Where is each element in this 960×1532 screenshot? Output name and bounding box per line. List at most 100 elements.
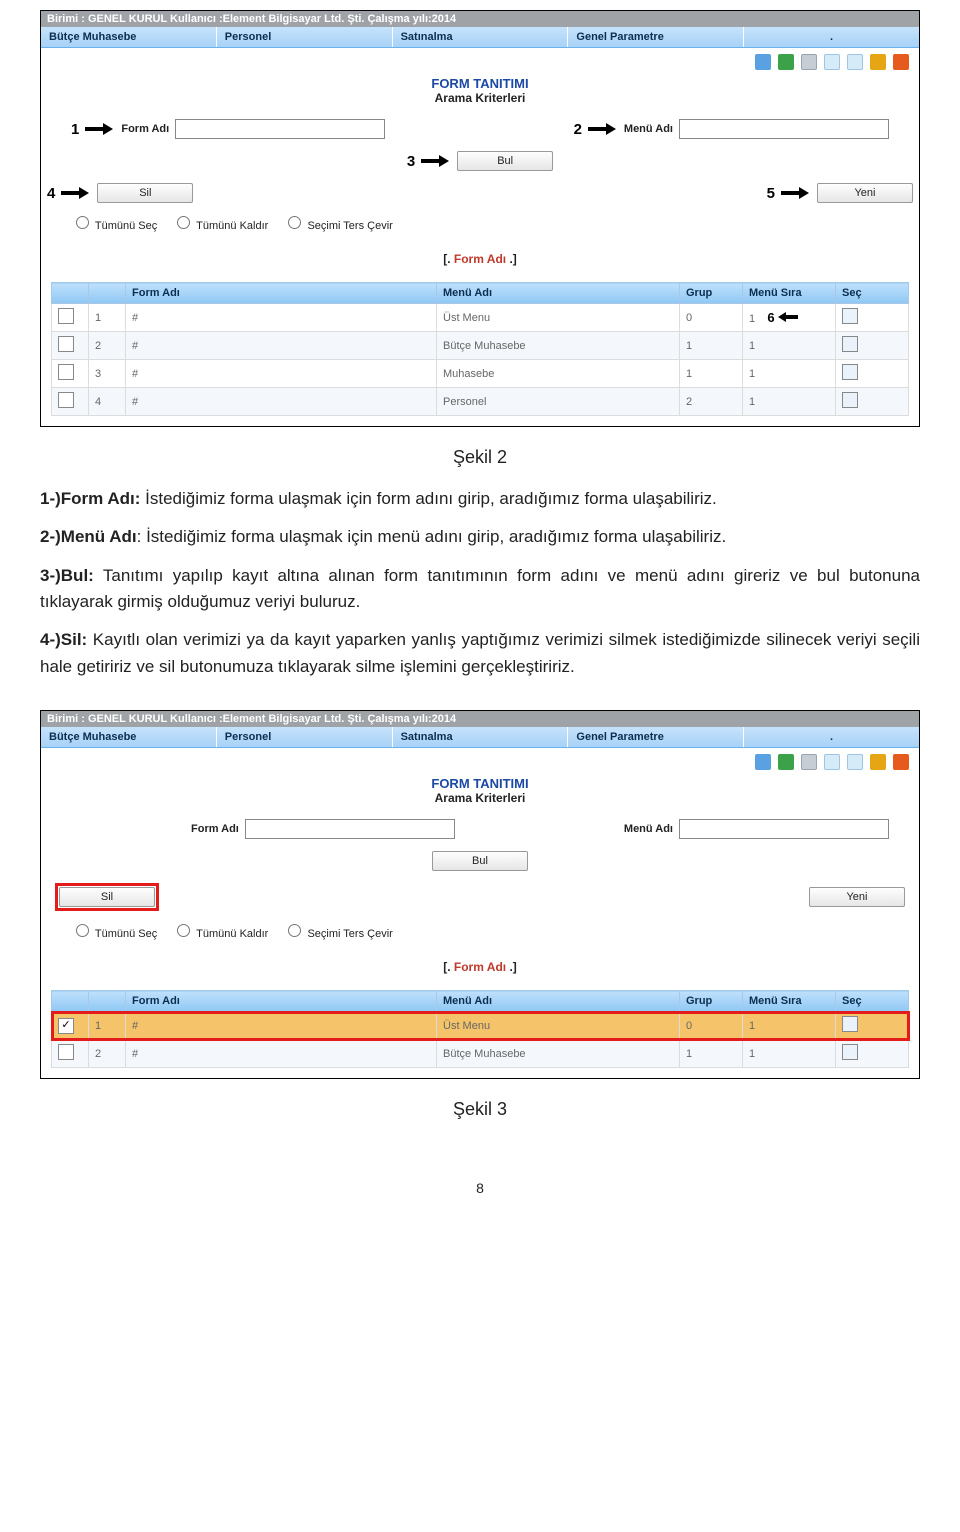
bul-button[interactable]: Bul: [457, 151, 553, 171]
menu-item[interactable]: Genel Parametre: [568, 727, 744, 747]
table-row: 2 # Bütçe Muhasebe 1 1: [52, 332, 909, 360]
select-icon[interactable]: [842, 336, 858, 352]
sil-button[interactable]: Sil: [97, 183, 193, 203]
menu-item[interactable]: Bütçe Muhasebe: [41, 27, 217, 47]
row-checkbox[interactable]: [58, 364, 74, 380]
paragraph-1: 1-)Form Adı: İstediğimiz forma ulaşmak i…: [40, 486, 920, 512]
toolbar-icons: [41, 48, 919, 76]
col-index: [89, 283, 126, 304]
menu-item[interactable]: Bütçe Muhasebe: [41, 727, 217, 747]
sort-indicator: [. Form Adı .]: [41, 252, 919, 266]
col-checkbox: [52, 991, 89, 1012]
results-table: Form Adı Menü Adı Grup Menü Sıra Seç 1 #…: [51, 990, 909, 1068]
sort-indicator: [. Form Adı .]: [41, 960, 919, 974]
radio-select-all[interactable]: Tümünü Seç: [71, 928, 157, 940]
select-icon[interactable]: [842, 1016, 858, 1032]
menu-item[interactable]: .: [744, 727, 919, 747]
user-icon[interactable]: [847, 54, 863, 70]
menu-item[interactable]: Genel Parametre: [568, 27, 744, 47]
annotation-4: 4: [47, 185, 55, 202]
globe-icon[interactable]: [778, 54, 794, 70]
row-checkbox[interactable]: [58, 1018, 74, 1034]
table-row: 1 # Üst Menu 0 1: [52, 1012, 909, 1040]
globe-icon[interactable]: [778, 754, 794, 770]
arrow-right-icon: [61, 187, 89, 199]
arrow-left-icon: [778, 312, 798, 322]
annotation-2: 2: [574, 121, 582, 138]
col-form-adi[interactable]: Form Adı: [126, 991, 437, 1012]
row-checkbox[interactable]: [58, 308, 74, 324]
annotation-3: 3: [407, 153, 415, 170]
paragraph-3: 3-)Bul: Tanıtımı yapılıp kayıt altına al…: [40, 563, 920, 616]
col-menu-adi[interactable]: Menü Adı: [437, 991, 680, 1012]
results-table: Form Adı Menü Adı Grup Menü Sıra Seç 1 #…: [51, 282, 909, 416]
row-checkbox[interactable]: [58, 392, 74, 408]
page-subtitle: Arama Kriterleri: [41, 791, 919, 805]
col-sec[interactable]: Seç: [836, 283, 909, 304]
select-icon[interactable]: [842, 1044, 858, 1060]
selection-radios: Tümünü Seç Tümünü Kaldır Seçimi Ters Çev…: [41, 917, 919, 944]
select-icon[interactable]: [842, 308, 858, 324]
lock-icon[interactable]: [870, 54, 886, 70]
page-title: FORM TANITIMI: [41, 776, 919, 791]
top-menu: Bütçe Muhasebe Personel Satınalma Genel …: [41, 27, 919, 48]
menu-adi-input[interactable]: [679, 119, 889, 139]
menu-item[interactable]: Personel: [217, 27, 393, 47]
col-sec[interactable]: Seç: [836, 991, 909, 1012]
yeni-button[interactable]: Yeni: [809, 887, 905, 907]
radio-invert[interactable]: Seçimi Ters Çevir: [283, 220, 392, 232]
col-menu-adi[interactable]: Menü Adı: [437, 283, 680, 304]
annotation-6: 6: [767, 310, 774, 325]
form-adi-input[interactable]: [175, 119, 385, 139]
radio-invert[interactable]: Seçimi Ters Çevir: [283, 928, 392, 940]
select-icon[interactable]: [842, 364, 858, 380]
radio-deselect-all[interactable]: Tümünü Kaldır: [172, 928, 268, 940]
paragraph-2: 2-)Menü Adı: İstediğimiz forma ulaşmak i…: [40, 524, 920, 550]
print-icon[interactable]: [755, 754, 771, 770]
row-checkbox[interactable]: [58, 336, 74, 352]
yeni-button[interactable]: Yeni: [817, 183, 913, 203]
device-icon[interactable]: [801, 754, 817, 770]
menu-adi-label: Menü Adı: [624, 123, 673, 135]
screenshot-1: Birimi : GENEL KURUL Kullanıcı :Element …: [40, 10, 920, 427]
home-icon[interactable]: [893, 54, 909, 70]
paragraph-4: 4-)Sil: Kayıtlı olan verimizi ya da kayı…: [40, 627, 920, 680]
menu-item[interactable]: Satınalma: [393, 27, 569, 47]
card-icon[interactable]: [824, 54, 840, 70]
arrow-right-icon: [421, 155, 449, 167]
arrow-right-icon: [85, 123, 113, 135]
user-icon[interactable]: [847, 754, 863, 770]
screenshot-2: Birimi : GENEL KURUL Kullanıcı :Element …: [40, 710, 920, 1079]
arrow-right-icon: [588, 123, 616, 135]
menu-item[interactable]: Satınalma: [393, 727, 569, 747]
table-row: 2 # Bütçe Muhasebe 1 1: [52, 1040, 909, 1068]
print-icon[interactable]: [755, 54, 771, 70]
highlight-sil: Sil: [55, 883, 159, 911]
col-menu-sira[interactable]: Menü Sıra: [743, 283, 836, 304]
select-icon[interactable]: [842, 392, 858, 408]
col-grup[interactable]: Grup: [680, 991, 743, 1012]
menu-adi-label: Menü Adı: [624, 823, 673, 835]
menu-adi-input[interactable]: [679, 819, 889, 839]
sil-button[interactable]: Sil: [59, 887, 155, 907]
annotation-1: 1: [71, 121, 79, 138]
card-icon[interactable]: [824, 754, 840, 770]
radio-select-all[interactable]: Tümünü Seç: [71, 220, 157, 232]
device-icon[interactable]: [801, 54, 817, 70]
col-grup[interactable]: Grup: [680, 283, 743, 304]
menu-item[interactable]: Personel: [217, 727, 393, 747]
col-form-adi[interactable]: Form Adı: [126, 283, 437, 304]
lock-icon[interactable]: [870, 754, 886, 770]
home-icon[interactable]: [893, 754, 909, 770]
form-adi-input[interactable]: [245, 819, 455, 839]
col-index: [89, 991, 126, 1012]
toolbar-icons: [41, 748, 919, 776]
menu-item[interactable]: .: [744, 27, 919, 47]
radio-deselect-all[interactable]: Tümünü Kaldır: [172, 220, 268, 232]
bul-button[interactable]: Bul: [432, 851, 528, 871]
col-menu-sira[interactable]: Menü Sıra: [743, 991, 836, 1012]
row-checkbox[interactable]: [58, 1044, 74, 1060]
page-number: 8: [40, 1180, 920, 1196]
window-title: Birimi : GENEL KURUL Kullanıcı :Element …: [41, 11, 919, 27]
page-title: FORM TANITIMI: [41, 76, 919, 91]
